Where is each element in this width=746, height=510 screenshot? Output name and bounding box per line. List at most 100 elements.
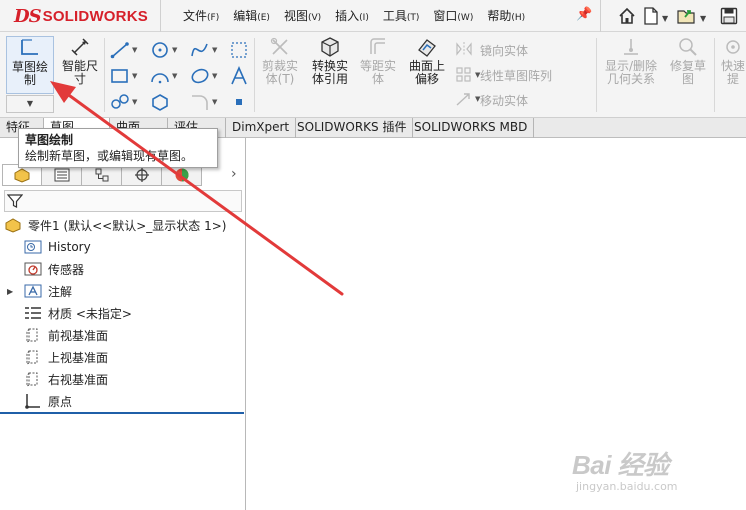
construction-icon bbox=[231, 42, 247, 58]
menu-help-label: 帮助 bbox=[487, 9, 512, 23]
property-list-icon bbox=[54, 168, 69, 182]
open-dropdown-icon[interactable]: ▼ bbox=[700, 14, 706, 23]
spline-tool[interactable]: ▼ bbox=[190, 41, 217, 59]
mirror-icon bbox=[456, 42, 472, 56]
tree-root-part[interactable]: 零件1 (默认<<默认>_显示状态 1>) bbox=[4, 215, 226, 235]
menu-window[interactable]: 窗口(W) bbox=[433, 7, 473, 24]
convert-entities-label: 转换实 体引用 bbox=[311, 59, 348, 86]
tree-item-label: 前视基准面 bbox=[48, 328, 109, 343]
baidu-watermark: Bai 经验 jingyan.baidu.com bbox=[572, 445, 678, 493]
quick-snaps-button[interactable]: 快速 提 bbox=[718, 36, 746, 86]
tooltip-title: 草图绘制 bbox=[25, 133, 74, 147]
spline-icon bbox=[191, 43, 208, 57]
rectangle-icon bbox=[111, 69, 128, 83]
menu-file[interactable]: 文件(F) bbox=[183, 7, 219, 24]
history-icon bbox=[24, 240, 42, 254]
tree-item-label: 注解 bbox=[48, 284, 73, 299]
tree-item-label: 上视基准面 bbox=[48, 350, 109, 365]
arc-icon bbox=[151, 73, 169, 84]
open-folder-icon[interactable] bbox=[676, 5, 698, 27]
rectangle-tool[interactable]: ▼ bbox=[110, 67, 137, 85]
slot-tool[interactable]: ▼ bbox=[110, 93, 137, 111]
text-icon bbox=[231, 66, 247, 85]
text-tool[interactable] bbox=[230, 66, 248, 86]
linear-pattern-tool[interactable]: ▼ bbox=[455, 66, 480, 84]
menu-file-key: (F) bbox=[207, 13, 220, 23]
tab-dimxpert[interactable]: DimXpert bbox=[226, 118, 297, 138]
quick-snaps-label: 快速 提 bbox=[720, 59, 745, 86]
repair-sketch-icon bbox=[679, 38, 697, 56]
display-delete-relations-label: 显示/删除 几何关系 bbox=[604, 59, 658, 86]
point-tool[interactable] bbox=[234, 97, 244, 107]
ellipse-tool[interactable]: ▼ bbox=[190, 67, 217, 85]
watermark-main: Bai 经验 bbox=[572, 450, 669, 480]
crosshair-icon bbox=[134, 168, 149, 182]
solidworks-logo[interactable]: DS SOLIDWORKS bbox=[14, 4, 148, 28]
new-document-icon[interactable] bbox=[640, 5, 662, 27]
tab-solidworks-mbd[interactable]: SOLIDWORKS MBD bbox=[408, 118, 535, 138]
material-icon bbox=[25, 307, 41, 319]
offset-on-surface-button[interactable]: 曲面上 偏移 bbox=[404, 36, 450, 86]
tree-item-front-plane[interactable]: 前视基准面 bbox=[24, 325, 108, 345]
panel-scroll-right-icon[interactable]: › bbox=[231, 166, 237, 182]
menu-view[interactable]: 视图(V) bbox=[284, 7, 321, 24]
menu-window-label: 窗口 bbox=[433, 9, 458, 23]
tree-item-label: 传感器 bbox=[48, 262, 85, 277]
title-divider-2 bbox=[600, 0, 601, 32]
tree-root-label: 零件1 (默认<<默认>_显示状态 1>) bbox=[28, 218, 227, 233]
part-tree-icon bbox=[14, 168, 30, 183]
menu-help[interactable]: 帮助(H) bbox=[487, 7, 525, 24]
tree-item-material[interactable]: 材质 <未指定> bbox=[24, 303, 132, 323]
ribbon-divider bbox=[104, 38, 105, 112]
expand-annotations-icon[interactable]: ▶ bbox=[7, 287, 13, 296]
sketch-button-label: 草图绘 制 bbox=[11, 60, 48, 87]
menu-insert[interactable]: 插入(I) bbox=[335, 7, 369, 24]
tree-item-top-plane[interactable]: 上视基准面 bbox=[24, 347, 108, 367]
command-manager: 草图绘 制 ▼ 智能尺 寸 ▼ ▼ ▼ ▼ ▼ ▼ ▼ ▼ 剪裁实 体(T) 转… bbox=[0, 32, 746, 118]
repair-sketch-button[interactable]: 修复草 图 bbox=[666, 36, 710, 86]
tree-filter[interactable] bbox=[4, 190, 242, 212]
polygon-tool[interactable] bbox=[150, 93, 170, 111]
construction-geometry-tool[interactable] bbox=[230, 41, 248, 59]
tree-item-right-plane[interactable]: 右视基准面 bbox=[24, 369, 108, 389]
tree-item-label: 材质 <未指定> bbox=[48, 306, 132, 321]
offset-entities-icon bbox=[370, 38, 385, 54]
sketch-dropdown[interactable]: ▼ bbox=[6, 95, 54, 113]
line-tool[interactable]: ▼ bbox=[110, 41, 137, 59]
tab-solidworks-addins[interactable]: SOLIDWORKS 插件 bbox=[291, 118, 414, 138]
tree-item-sensors[interactable]: 传感器 bbox=[24, 259, 84, 279]
fillet-tool[interactable]: ▼ bbox=[190, 93, 217, 111]
fillet-icon bbox=[192, 95, 208, 110]
circle-icon bbox=[152, 42, 168, 58]
linear-pattern-label: 线性草图阵列 bbox=[480, 69, 553, 83]
rollback-bar[interactable] bbox=[0, 412, 244, 414]
move-entities-tool[interactable]: ▼ bbox=[455, 91, 480, 107]
trim-button[interactable]: 剪裁实 体(T) bbox=[258, 36, 302, 86]
sketch-button[interactable]: 草图绘 制 bbox=[6, 36, 54, 94]
circle-tool[interactable]: ▼ bbox=[150, 41, 177, 59]
mirror-entities-tool[interactable] bbox=[455, 41, 473, 57]
menu-window-key: (W) bbox=[457, 13, 474, 23]
slot-icon bbox=[111, 94, 129, 109]
offset-entities-button[interactable]: 等距实 体 bbox=[356, 36, 400, 86]
part-icon bbox=[5, 218, 21, 233]
menu-tools[interactable]: 工具(T) bbox=[383, 7, 420, 24]
display-delete-relations-button[interactable]: 显示/删除 几何关系 bbox=[600, 36, 662, 86]
tree-item-history[interactable]: History bbox=[24, 237, 91, 257]
pin-icon[interactable]: 📌 bbox=[576, 7, 592, 22]
menu-insert-label: 插入 bbox=[335, 9, 360, 23]
menu-help-key: (H) bbox=[511, 13, 526, 23]
home-icon[interactable] bbox=[616, 5, 638, 27]
app-name: SOLIDWORKS bbox=[42, 7, 148, 25]
ribbon-divider-4 bbox=[714, 38, 715, 112]
tree-item-origin[interactable]: 原点 bbox=[24, 391, 72, 411]
new-dropdown-icon[interactable]: ▼ bbox=[662, 14, 668, 23]
menu-file-label: 文件 bbox=[183, 9, 208, 23]
smart-dimension-icon bbox=[71, 38, 89, 56]
smart-dimension-button[interactable]: 智能尺 寸 bbox=[58, 36, 102, 86]
convert-entities-button[interactable]: 转换实 体引用 bbox=[306, 36, 354, 86]
menu-edit[interactable]: 编辑(E) bbox=[233, 7, 270, 24]
tree-item-annotations[interactable]: 注解 bbox=[24, 281, 72, 301]
arc-tool[interactable]: ▼ bbox=[150, 67, 177, 85]
save-icon[interactable] bbox=[718, 5, 740, 27]
